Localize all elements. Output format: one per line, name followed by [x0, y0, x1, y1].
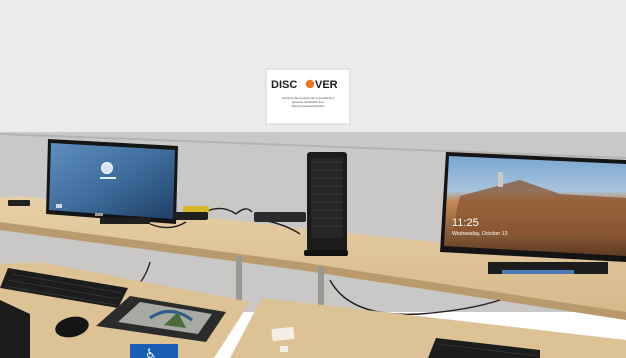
- tower-speaker: [304, 152, 348, 256]
- sticky-note: [271, 326, 295, 342]
- small-paper: [280, 346, 288, 352]
- sign-brand-right: VER: [315, 79, 338, 91]
- lock-screen-time: 11:25: [452, 217, 479, 229]
- small-device-left: [8, 200, 30, 206]
- monitor-stand: [100, 218, 150, 224]
- discover-logo-dot: [305, 79, 315, 89]
- lighthouse: [498, 172, 503, 187]
- windows-login-screen: [49, 143, 175, 219]
- accessibility-sign: ♿: [130, 344, 178, 358]
- desk-leg: [318, 266, 324, 308]
- computer-lab-photo: DISC VER Access to this computer lab is …: [0, 0, 626, 358]
- user-avatar-icon: [101, 162, 113, 174]
- sign-line-3: Discover Financial Services: [291, 104, 325, 108]
- black-device: [174, 212, 208, 220]
- sign-brand-left: DISC: [271, 79, 297, 91]
- sign-line-1: Access to this computer lab is provided …: [282, 96, 335, 100]
- usb-hub: [254, 212, 306, 222]
- left-monitor: [46, 139, 178, 224]
- lock-screen-date: Wednesday, October 13: [452, 231, 508, 237]
- discover-sign: DISC VER Access to this computer lab is …: [265, 68, 351, 125]
- sign-line-2: generous contribution from: [292, 100, 325, 104]
- accessibility-icon: ♿: [145, 347, 157, 358]
